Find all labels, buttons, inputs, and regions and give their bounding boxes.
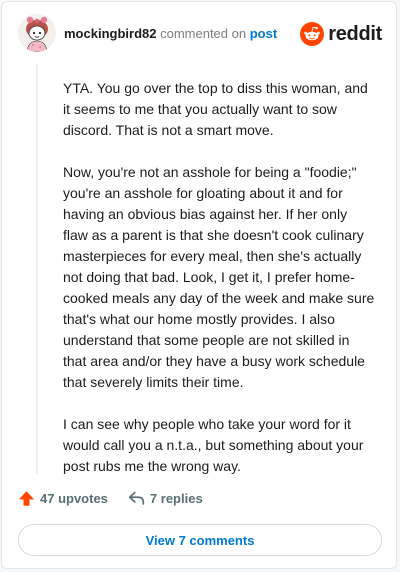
avatar-image bbox=[18, 14, 56, 52]
avatar[interactable] bbox=[18, 14, 56, 52]
reply-arrow-icon bbox=[128, 491, 145, 505]
upvote-arrow-icon bbox=[18, 491, 35, 506]
replies-button[interactable]: 7 replies bbox=[128, 490, 203, 507]
upvote-button[interactable]: 47 upvotes bbox=[18, 490, 108, 507]
comment-paragraph: I can see why people who take your word … bbox=[63, 416, 364, 474]
replies-count: 7 replies bbox=[149, 491, 203, 506]
reddit-logo[interactable]: reddit bbox=[300, 22, 382, 46]
comment-paragraph: YTA. You go over the top to diss this wo… bbox=[63, 80, 368, 138]
comment-card: mockingbird82 commented on post reddit Y… bbox=[1, 1, 397, 569]
comment-actions: 47 upvotes 7 replies bbox=[18, 490, 203, 507]
thread-line bbox=[36, 64, 38, 474]
reddit-wordmark: reddit bbox=[328, 23, 382, 45]
comment-body: YTA. You go over the top to diss this wo… bbox=[63, 78, 375, 498]
username-link[interactable]: mockingbird82 bbox=[64, 26, 156, 41]
upvote-count: 47 upvotes bbox=[40, 491, 108, 506]
commented-on-text: commented on bbox=[160, 26, 247, 41]
comment-meta: mockingbird82 commented on post bbox=[64, 26, 277, 41]
post-link[interactable]: post bbox=[250, 26, 277, 41]
comment-header: mockingbird82 commented on post reddit bbox=[2, 2, 396, 66]
comment-paragraph: Now, you're not an asshole for being a "… bbox=[63, 164, 375, 390]
reddit-snoo-icon bbox=[300, 22, 325, 46]
view-comments-button[interactable]: View 7 comments bbox=[18, 524, 382, 556]
